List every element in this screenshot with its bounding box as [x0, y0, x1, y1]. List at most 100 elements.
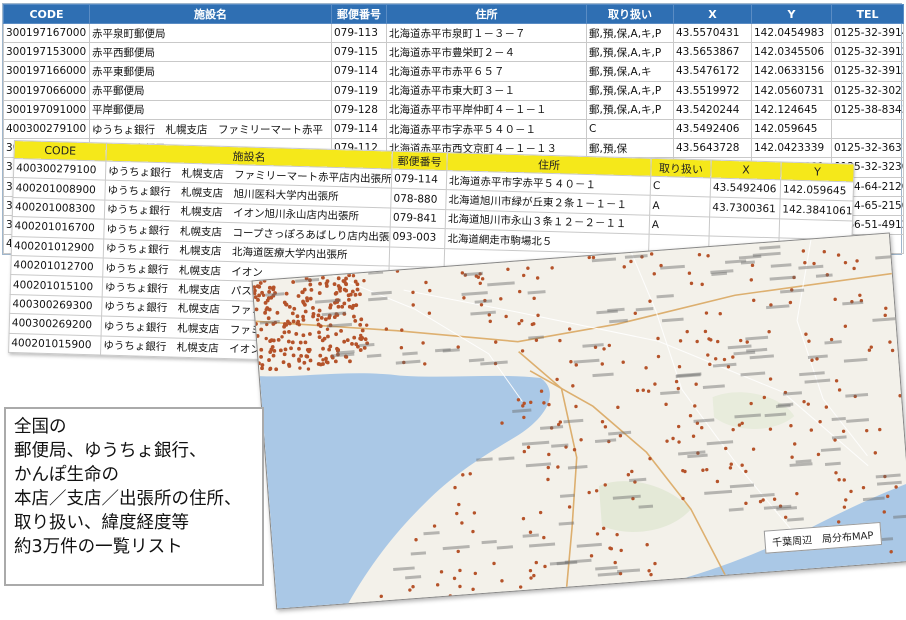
table-cell: C [650, 176, 711, 198]
column-header: 取り扱い [650, 158, 712, 178]
table-cell: 43.5476172 [673, 61, 752, 82]
column-header: 住所 [386, 4, 587, 24]
table-cell: 北海道赤平市赤平６５７ [386, 61, 587, 82]
table-cell: 079-119 [331, 80, 387, 101]
table-cell: 079-115 [331, 42, 387, 63]
table-cell: 43.5492406 [710, 177, 781, 200]
caption-line: 本店／支店／出張所の住所、 [14, 489, 242, 509]
table-cell: 079-841 [390, 207, 446, 229]
table-cell: 400201016700 [11, 216, 105, 239]
table-cell: 郵,預,保,A,キ [586, 61, 674, 82]
table-cell: 400300279100 [13, 158, 106, 181]
table-cell: 赤平東郵便局 [89, 61, 332, 82]
table-cell: 300197166000 [3, 61, 90, 82]
column-header: Y [751, 4, 832, 24]
table-header-row: CODE 施設名 郵便番号 住所 取り扱い X Y TEL [3, 4, 904, 24]
caption-line: 取り扱い、緯度経度等 [14, 513, 189, 533]
table-cell: 079-113 [331, 22, 387, 44]
table-cell: 43.5420244 [673, 99, 752, 120]
table-cell: 142.124645 [751, 99, 832, 120]
table-cell: 142.0560731 [751, 80, 832, 101]
table-cell: 400300269300 [9, 294, 103, 317]
table-cell: 400201012900 [11, 236, 104, 258]
table-cell: 142.3841061 [779, 199, 854, 221]
table-cell: 400201008300 [12, 197, 105, 220]
table-cell: 北海道赤平市豊栄町２－４ [386, 42, 587, 63]
table-cell: 平岸郵便局 [89, 99, 332, 120]
column-header: CODE [3, 4, 90, 24]
table-cell: 郵,預,保,A,キ,P [586, 80, 674, 101]
table-cell [709, 216, 780, 239]
table-cell: 142.0454983 [751, 22, 832, 44]
column-header: 施設名 [89, 4, 332, 24]
table-cell: 079-128 [331, 99, 387, 120]
table-cell: 43.5570431 [673, 22, 752, 44]
table-cell: ゆうちょ銀行 札幌支店 ファミリーマート赤平 [89, 118, 332, 140]
table-cell: 093-003 [389, 227, 446, 249]
table-cell: 郵,預,保,A,キ,P [586, 99, 674, 120]
table-row: 400300279100 ゆうちょ銀行 札幌支店 ファミリーマート赤平 079-11… [3, 118, 904, 140]
table-cell: 43.5643728 [673, 138, 752, 159]
table-cell: 0125-38-8343 [831, 99, 904, 120]
column-header: 郵便番号 [331, 4, 387, 24]
table-cell: 300197066000 [3, 80, 90, 101]
table-cell: 0125-32-3913 [831, 61, 904, 82]
table-cell: 400300269200 [9, 313, 102, 336]
table-cell: 142.059645 [751, 118, 832, 140]
table-cell: 43.5492406 [673, 118, 752, 140]
column-header: Y [780, 161, 855, 182]
column-header: 郵便番号 [391, 151, 448, 171]
table-cell: 078-880 [390, 188, 447, 210]
table-cell: A [649, 215, 710, 237]
table-cell: 142.059645 [780, 179, 854, 202]
table-cell: 北海道赤平市東大町３－１ [386, 80, 587, 101]
caption-line: 郵便局、ゆうちょ銀行、 [14, 441, 207, 461]
table-cell: 0125-32-3912 [831, 42, 904, 63]
column-header: X [673, 4, 752, 24]
table-cell: 43.5519972 [673, 80, 752, 101]
table-cell: 43.7300361 [709, 197, 781, 219]
table-cell: 0125-32-3914 [831, 22, 904, 44]
column-header: X [710, 159, 782, 180]
map-canvas [252, 233, 906, 610]
collage-canvas: CODE 施設名 郵便番号 住所 取り扱い X Y TEL 300197167000 赤平泉町郵… [0, 0, 906, 620]
table-cell: 079-114 [391, 169, 447, 190]
table-row: 300197066000 赤平郵便局 079-119 北海道赤平市東大町３－１ 郵,預,… [3, 80, 904, 101]
table-cell: 北海道赤平市字赤平５４０－１ [386, 118, 587, 140]
table-cell: 北海道赤平市平岸仲町４－１－１ [386, 99, 587, 120]
table-cell: C [586, 118, 674, 140]
table-cell: 43.5653867 [673, 42, 752, 63]
caption-line: 全国の [14, 417, 67, 437]
table-cell: 142.0423339 [751, 138, 832, 159]
column-header: TEL [831, 4, 904, 24]
table-cell: A [649, 195, 711, 217]
table-cell: 142.0633156 [751, 61, 832, 82]
table-cell: 郵,預,保 [586, 138, 674, 159]
table-cell: 赤平西郵便局 [89, 42, 332, 63]
table-cell: 北海道赤平市泉町１－３－７ [386, 22, 587, 44]
table-cell: 142.0345506 [751, 42, 832, 63]
table-cell: 400201015100 [10, 274, 103, 297]
column-header: 取り扱い [586, 4, 674, 24]
table-cell [831, 118, 904, 140]
table-row: 300197091000 平岸郵便局 079-128 北海道赤平市平岸仲町４－１－１ 郵… [3, 99, 904, 120]
table-cell [389, 246, 445, 268]
table-cell: 400300279100 [3, 118, 90, 140]
table-cell: 400201008900 [12, 177, 106, 200]
table-cell: 郵,預,保,A,キ,P [586, 42, 674, 63]
table-cell: 0125-32-3631 [831, 138, 904, 159]
table-row: 300197153000 赤平西郵便局 079-115 北海道赤平市豊栄町２－４ 郵,預… [3, 42, 904, 63]
caption-line: 約3万件の一覧リスト [14, 537, 183, 557]
table-cell: 赤平郵便局 [89, 80, 332, 101]
table-cell: 赤平泉町郵便局 [89, 22, 332, 44]
table-row: 300197167000 赤平泉町郵便局 079-113 北海道赤平市泉町１－３－７ 郵… [3, 22, 904, 44]
description-box: 全国の 郵便局、ゆうちょ銀行、 かんぽ生命の 本店／支店／出張所の住所、 取り扱い、緯度… [4, 407, 264, 586]
table-cell: 400201015900 [8, 332, 102, 355]
table-cell: 0125-32-3021 [831, 80, 904, 101]
table-cell: 300197153000 [3, 42, 90, 63]
table-cell: 300197167000 [3, 22, 90, 44]
table-cell: 079-114 [331, 118, 387, 140]
table-cell: 079-114 [331, 61, 387, 82]
table-cell: 400201012700 [10, 255, 104, 278]
distribution-map: 千葉周辺 局分布MAP [251, 232, 906, 610]
